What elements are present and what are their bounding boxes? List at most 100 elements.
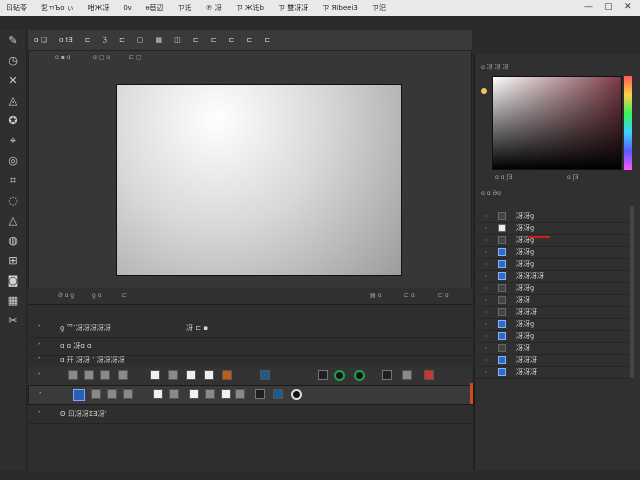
row-handle-icon[interactable]: ʼ <box>39 391 41 399</box>
option-item[interactable]: ⊏ <box>211 36 217 44</box>
green-circle-icon[interactable] <box>354 370 365 381</box>
eyedropper-tool-icon[interactable]: ◍ <box>6 234 20 248</box>
brush-tool-icon[interactable]: ✪ <box>6 114 20 128</box>
swatch[interactable] <box>424 370 434 380</box>
option-item[interactable]: ⊏ <box>119 36 125 44</box>
timeline-row[interactable]: ʼ <box>28 367 472 386</box>
playhead[interactable] <box>470 383 473 404</box>
swatch[interactable] <box>382 370 392 380</box>
color-swatch-dot[interactable] <box>481 88 487 94</box>
swatch[interactable] <box>168 370 178 380</box>
eye-icon[interactable]: ◦ <box>482 249 490 256</box>
blur-tool-icon[interactable]: ◌ <box>6 194 20 208</box>
move-tool-icon[interactable]: ✎ <box>6 34 20 48</box>
eye-icon[interactable]: ◦ <box>482 333 490 340</box>
hue-slider[interactable] <box>624 76 632 170</box>
eye-icon[interactable]: ◦ <box>482 297 490 304</box>
eye-icon[interactable]: ◦ <box>482 357 490 364</box>
transform-tool-icon[interactable]: ⊞ <box>6 254 20 268</box>
row-handle-icon[interactable]: ʼ <box>38 356 40 364</box>
swatch[interactable] <box>204 370 214 380</box>
timeline-row[interactable]: ʼ ʘ ㄖ冴冴ΣƎ冴ʼ <box>28 405 472 424</box>
green-circle-icon[interactable] <box>334 370 345 381</box>
menu-item[interactable]: ᵾ苣辺 <box>146 3 164 13</box>
swatch[interactable] <box>318 370 328 380</box>
triangle-tool-icon[interactable]: △ <box>6 214 20 228</box>
swatch[interactable] <box>91 389 101 399</box>
menu-item[interactable]: ㄗ讬 <box>178 3 192 13</box>
option-item[interactable]: ◫ <box>174 36 181 44</box>
menu-item[interactable]: ㄗ 雙冴冴 <box>278 3 308 13</box>
timeline-row[interactable]: ʼ ƍ 爫ʼ冴冴冴冴冴 冴 ⊏ ▪ <box>28 319 472 338</box>
swatch[interactable] <box>68 370 78 380</box>
option-item[interactable]: ▢ <box>137 36 144 44</box>
swatch[interactable] <box>169 389 179 399</box>
option-item[interactable]: ⊏ <box>246 36 252 44</box>
canvas[interactable] <box>116 84 402 276</box>
option-item[interactable]: ɑ ❏ <box>34 36 47 44</box>
menu-item[interactable]: ㄗ ЯIbeei3 <box>322 3 358 13</box>
swatch[interactable] <box>107 389 117 399</box>
timeline-row-selected[interactable]: ʼ <box>28 385 474 405</box>
menu-item[interactable]: ㄖ砧苓 <box>6 3 27 13</box>
eye-icon[interactable]: ◦ <box>482 285 490 292</box>
option-item[interactable]: ⊏ <box>193 36 199 44</box>
close-button[interactable]: ✕ <box>624 2 632 12</box>
swatch[interactable] <box>84 370 94 380</box>
minimize-button[interactable]: — <box>584 2 593 12</box>
eye-icon[interactable]: ◦ <box>482 261 490 268</box>
swatch[interactable] <box>189 389 199 399</box>
row-handle-icon[interactable]: ʼ <box>38 410 40 418</box>
swatch[interactable] <box>273 389 283 399</box>
option-item[interactable]: ⊏ <box>229 36 235 44</box>
row-handle-icon[interactable]: ʼ <box>38 324 40 332</box>
cut-tool-icon[interactable]: ✂ <box>6 314 20 328</box>
swatch[interactable] <box>235 389 245 399</box>
menu-item[interactable]: ℗ 冴 <box>206 3 222 13</box>
row-handle-icon[interactable]: ʼ <box>38 342 40 350</box>
layers-scrollbar[interactable] <box>630 206 634 378</box>
shape-tool-icon[interactable]: ◙ <box>6 274 20 288</box>
eye-icon[interactable]: ◦ <box>482 309 490 316</box>
menu-item[interactable]: 0ν <box>123 4 131 12</box>
swatch[interactable] <box>153 389 163 399</box>
eye-icon[interactable]: ◦ <box>482 345 490 352</box>
swatch[interactable] <box>186 370 196 380</box>
swatch[interactable] <box>150 370 160 380</box>
swatch[interactable] <box>402 370 412 380</box>
layer-row[interactable]: ◦ 冴冴冴 <box>476 366 632 379</box>
menu-item[interactable]: 咁Ж冴 <box>88 3 110 13</box>
eye-icon[interactable]: ◦ <box>482 213 490 220</box>
option-item[interactable]: ▦ <box>156 36 163 44</box>
row-handle-icon[interactable]: ʼ <box>38 372 40 380</box>
swatch[interactable] <box>123 389 133 399</box>
eye-icon[interactable]: ◦ <box>482 369 490 376</box>
swatch[interactable] <box>205 389 215 399</box>
eraser-tool-icon[interactable]: ⌖ <box>6 134 20 148</box>
option-item[interactable]: ⊏ <box>264 36 270 44</box>
swatch[interactable] <box>118 370 128 380</box>
menu-item[interactable]: ㄗ Ж讬b <box>236 3 264 13</box>
swatch[interactable] <box>73 389 85 401</box>
circle-tool-icon[interactable]: ◎ <box>6 154 20 168</box>
option-item[interactable]: ⊏ <box>85 36 91 44</box>
eye-icon[interactable]: ◦ <box>482 321 490 328</box>
swatch[interactable] <box>255 389 265 399</box>
swatch[interactable] <box>221 389 231 399</box>
menu-item[interactable]: ㄗ汜 <box>372 3 386 13</box>
option-item[interactable]: ℨ <box>103 36 107 44</box>
menu-item[interactable]: 乭ㄲЪo ぃ <box>41 3 74 13</box>
swatch[interactable] <box>260 370 270 380</box>
eye-icon[interactable]: ◦ <box>482 237 490 244</box>
lasso-tool-icon[interactable]: ◬ <box>6 94 20 108</box>
swatch[interactable] <box>222 370 232 380</box>
eye-icon[interactable]: ◦ <box>482 225 490 232</box>
stamp-tool-icon[interactable]: ⌗ <box>6 174 20 188</box>
maximize-button[interactable]: ▢ <box>604 2 613 12</box>
crop-tool-icon[interactable]: ✕ <box>6 74 20 88</box>
color-picker[interactable] <box>492 76 622 170</box>
gallery-tool-icon[interactable]: ▦ <box>6 294 20 308</box>
select-tool-icon[interactable]: ◷ <box>6 54 20 68</box>
eye-icon[interactable]: ◦ <box>482 273 490 280</box>
swatch[interactable] <box>100 370 110 380</box>
